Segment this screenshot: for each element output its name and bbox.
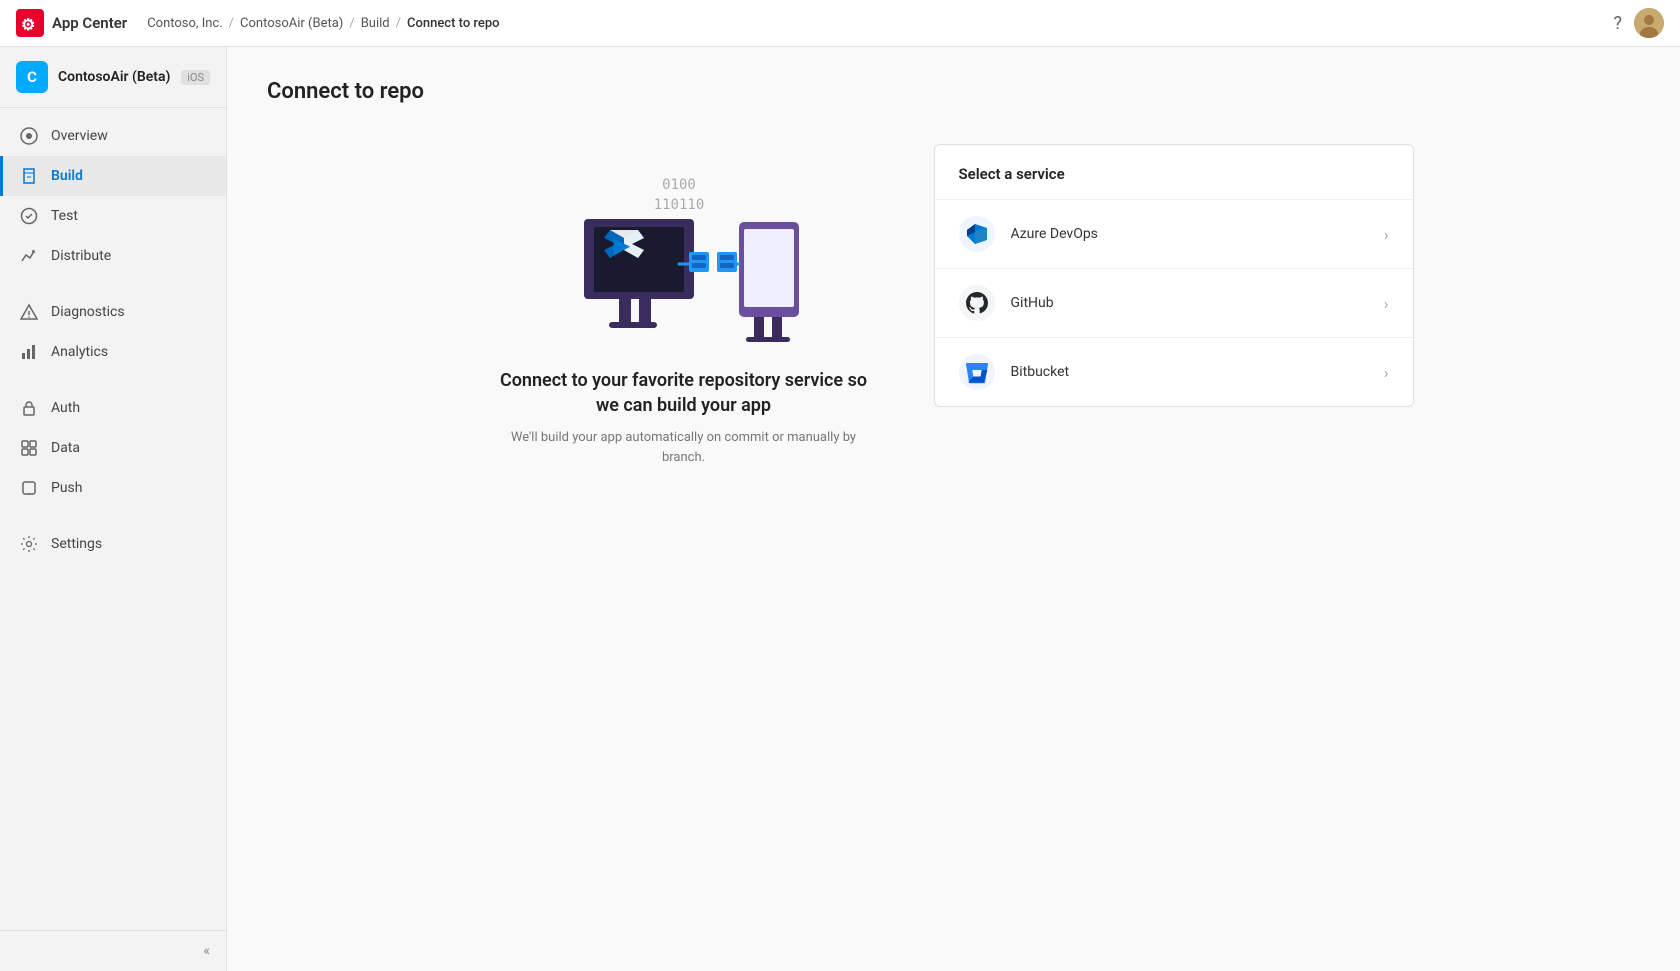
sidebar-item-diagnostics-label: Diagnostics [51, 304, 125, 320]
bitbucket-icon [959, 354, 995, 390]
distribute-icon [19, 246, 39, 266]
service-name-github: GitHub [1011, 295, 1368, 311]
sidebar: C ContosoAir (Beta) iOS Overview [0, 47, 227, 971]
sidebar-item-auth-label: Auth [51, 400, 80, 416]
page-title: Connect to repo [267, 79, 1640, 104]
analytics-icon [19, 342, 39, 362]
sidebar-item-diagnostics[interactable]: Diagnostics [0, 292, 226, 332]
sidebar-item-build[interactable]: Build [0, 156, 226, 196]
test-icon [19, 206, 39, 226]
service-item-bitbucket[interactable]: Bitbucket › [935, 338, 1413, 406]
breadcrumb-sep-1: / [229, 16, 234, 31]
topbar-right: ? [1613, 8, 1664, 38]
push-icon [19, 478, 39, 498]
sidebar-item-settings[interactable]: Settings [0, 524, 226, 564]
auth-icon [19, 398, 39, 418]
breadcrumb-build[interactable]: Build [361, 16, 390, 31]
sidebar-item-analytics-label: Analytics [51, 344, 108, 360]
data-icon [19, 438, 39, 458]
app-center-title: App Center [52, 14, 127, 32]
main-content: Connect to repo 0100 110110 [227, 47, 1680, 971]
sidebar-item-push[interactable]: Push [0, 468, 226, 508]
service-panel-title: Select a service [935, 145, 1413, 200]
connect-illustration: 0100 110110 [524, 144, 844, 344]
service-name-azure-devops: Azure DevOps [1011, 226, 1368, 242]
service-item-github[interactable]: GitHub › [935, 269, 1413, 338]
sidebar-item-overview[interactable]: Overview [0, 116, 226, 156]
main-layout: C ContosoAir (Beta) iOS Overview [0, 47, 1680, 971]
app-center-logo-icon: ⚙ [16, 9, 44, 37]
azure-devops-icon [959, 216, 995, 252]
sidebar-item-data[interactable]: Data [0, 428, 226, 468]
github-chevron-icon: › [1384, 294, 1389, 313]
sidebar-item-data-label: Data [51, 440, 80, 456]
bitbucket-chevron-icon: › [1384, 363, 1389, 382]
avatar-image [1634, 8, 1664, 38]
sidebar-item-distribute[interactable]: Distribute [0, 236, 226, 276]
sidebar-item-test-label: Test [51, 208, 78, 224]
breadcrumb-sep-3: / [396, 16, 401, 31]
sidebar-item-push-label: Push [51, 480, 83, 496]
app-avatar: C [16, 61, 48, 93]
sidebar-nav: Overview Build [0, 108, 226, 930]
sidebar-item-settings-label: Settings [51, 536, 102, 552]
breadcrumb-sep-2: / [349, 16, 354, 31]
service-name-bitbucket: Bitbucket [1011, 364, 1368, 380]
connect-title: Connect to your favorite repository serv… [494, 368, 874, 418]
svg-text:110110: 110110 [653, 197, 704, 213]
breadcrumb-app[interactable]: ContosoAir (Beta) [240, 16, 343, 31]
svg-text:▶: ▶ [613, 233, 631, 257]
azure-devops-chevron-icon: › [1384, 225, 1389, 244]
sidebar-item-overview-label: Overview [51, 128, 108, 144]
service-item-azure-devops[interactable]: Azure DevOps › [935, 200, 1413, 269]
github-icon [959, 285, 995, 321]
sidebar-item-analytics[interactable]: Analytics [0, 332, 226, 372]
diagnostics-icon [19, 302, 39, 322]
sidebar-item-build-label: Build [51, 168, 83, 184]
content-body: 0100 110110 [267, 144, 1640, 939]
help-button[interactable]: ? [1613, 13, 1622, 34]
sidebar-collapse-button[interactable]: « [0, 930, 226, 971]
sidebar-app-name: ContosoAir (Beta) [58, 69, 170, 85]
build-icon [19, 166, 39, 186]
svg-text:⚙: ⚙ [21, 15, 35, 34]
settings-icon [19, 534, 39, 554]
sidebar-item-auth[interactable]: Auth [0, 388, 226, 428]
collapse-icon: « [203, 943, 210, 959]
user-avatar[interactable] [1634, 8, 1664, 38]
connect-subtitle: We'll build your app automatically on co… [494, 428, 874, 467]
app-logo[interactable]: ⚙ App Center [16, 9, 127, 37]
sidebar-app-header: C ContosoAir (Beta) iOS [0, 47, 226, 108]
illustration-area: 0100 110110 [494, 144, 874, 467]
breadcrumb: Contoso, Inc. / ContosoAir (Beta) / Buil… [147, 16, 1613, 31]
breadcrumb-contoso[interactable]: Contoso, Inc. [147, 16, 222, 31]
svg-text:0100: 0100 [662, 177, 696, 193]
sidebar-item-distribute-label: Distribute [51, 248, 111, 264]
sidebar-item-test[interactable]: Test [0, 196, 226, 236]
topbar: ⚙ App Center Contoso, Inc. / ContosoAir … [0, 0, 1680, 47]
overview-icon [19, 126, 39, 146]
service-selection-panel: Select a service Azure DevO [934, 144, 1414, 407]
breadcrumb-current: Connect to repo [407, 16, 500, 31]
sidebar-app-platform: iOS [181, 70, 210, 85]
